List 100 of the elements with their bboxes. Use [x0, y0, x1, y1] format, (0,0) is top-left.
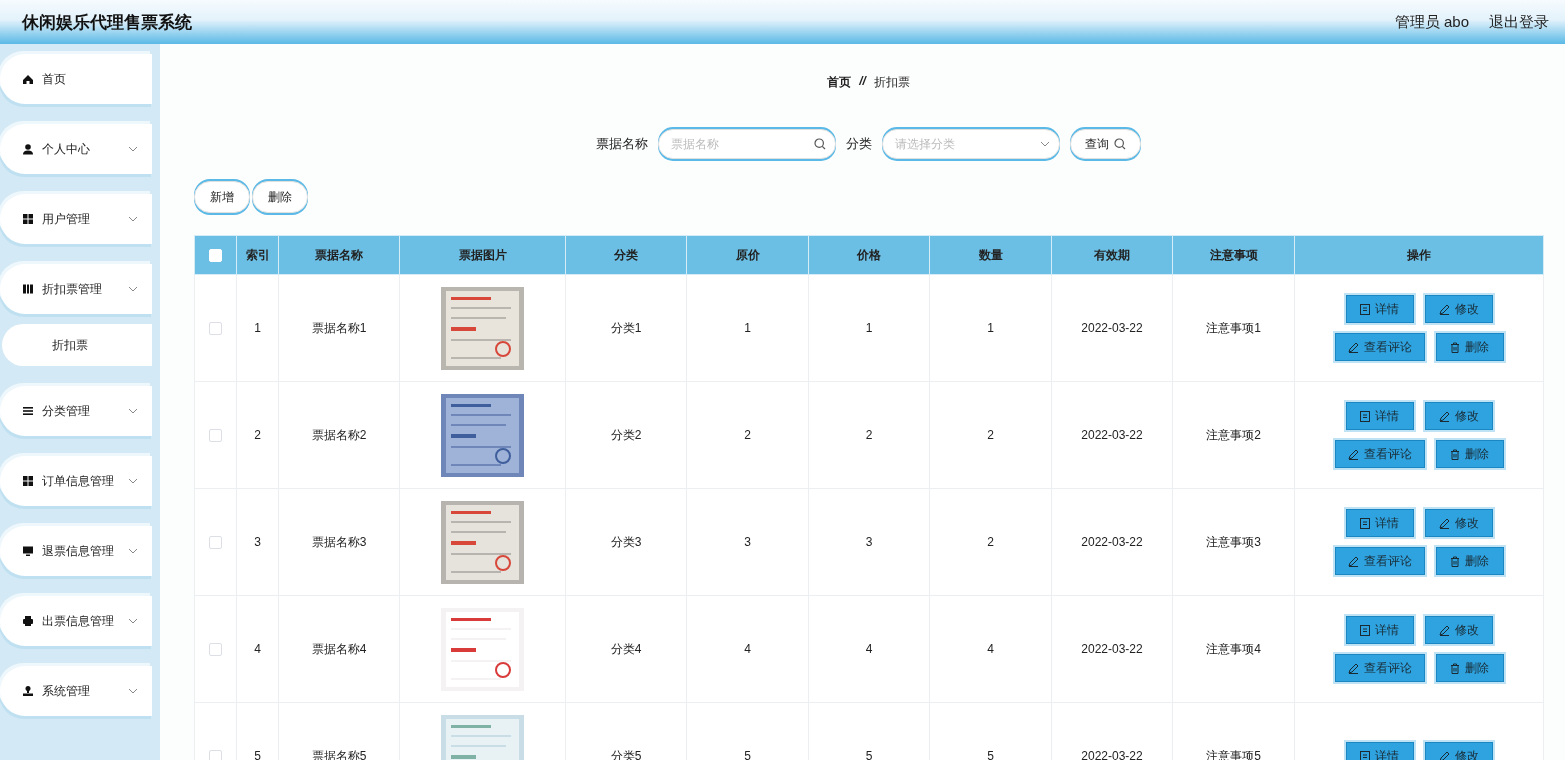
- add-button[interactable]: 新增: [194, 181, 250, 213]
- chevron-down-icon: [128, 548, 138, 554]
- table-cell: 3: [254, 535, 261, 549]
- sidebar-item[interactable]: 订单信息管理: [0, 456, 152, 506]
- detail-button[interactable]: 详情: [1345, 509, 1414, 537]
- column-header: 有效期: [1051, 235, 1173, 275]
- row-checkbox[interactable]: [209, 536, 222, 550]
- trash-icon: [1450, 555, 1460, 567]
- person-icon: [22, 143, 34, 155]
- table-cell: 2: [865, 428, 873, 442]
- table-cell: 注意事项3: [1206, 534, 1261, 549]
- logout-link[interactable]: 退出登录: [1489, 12, 1549, 32]
- table-cell: 1: [254, 321, 261, 335]
- delete-button[interactable]: 删除: [1435, 333, 1504, 361]
- pencil-icon: [1438, 303, 1450, 315]
- printer-icon: [22, 615, 34, 627]
- select-all-checkbox[interactable]: [209, 249, 222, 263]
- sidebar-item[interactable]: 退票信息管理: [0, 526, 152, 576]
- sidebar-item[interactable]: 系统管理: [0, 666, 152, 716]
- sidebar-item[interactable]: 用户管理: [0, 194, 152, 244]
- row-checkbox[interactable]: [209, 750, 222, 760]
- table-cell: 2: [744, 428, 751, 442]
- comments-button[interactable]: 查看评论: [1334, 654, 1425, 682]
- table-cell: 注意事项1: [1206, 320, 1261, 335]
- chevron-down-icon: [128, 146, 138, 152]
- sidebar-item[interactable]: 折扣票管理: [0, 264, 152, 314]
- table-cell: 5: [987, 749, 994, 760]
- stamp-icon: [22, 685, 34, 697]
- search-field[interactable]: 票据名称: [658, 129, 836, 159]
- table-cell: 3: [744, 535, 751, 549]
- column-header: 价格: [808, 235, 930, 275]
- table-cell: 注意事项4: [1206, 641, 1261, 656]
- pencil-icon: [1438, 517, 1450, 529]
- app-title: 休闲娱乐代理售票系统: [22, 11, 192, 34]
- table-cell: 2022-03-22: [1081, 535, 1143, 549]
- table-cell: 1: [987, 321, 994, 335]
- document-icon: [1360, 624, 1370, 636]
- trash-icon: [1450, 341, 1460, 353]
- table-cell: 3: [865, 535, 873, 549]
- edit-button[interactable]: 修改: [1424, 509, 1493, 537]
- detail-button[interactable]: 详情: [1345, 616, 1414, 644]
- comments-button[interactable]: 查看评论: [1334, 547, 1425, 575]
- list-icon: [22, 405, 34, 417]
- pencil-icon: [1347, 662, 1359, 674]
- edit-button[interactable]: 修改: [1424, 295, 1493, 323]
- edit-button[interactable]: 修改: [1424, 402, 1493, 430]
- column-header: 分类: [565, 235, 687, 275]
- column-header: 注意事项: [1172, 235, 1295, 275]
- comments-button[interactable]: 查看评论: [1334, 440, 1425, 468]
- sidebar-subitem[interactable]: 折扣票: [2, 324, 152, 366]
- pencil-icon: [1438, 624, 1450, 636]
- column-header: 数量: [929, 235, 1052, 275]
- delete-button[interactable]: 删除: [1435, 440, 1504, 468]
- table-cell: 票据名称3: [311, 534, 367, 549]
- detail-button[interactable]: 详情: [1345, 402, 1414, 430]
- sidebar-item[interactable]: 个人中心: [0, 124, 152, 174]
- row-checkbox[interactable]: [209, 643, 222, 657]
- column-header: 票据图片: [399, 235, 566, 275]
- grid-icon: [22, 475, 34, 487]
- detail-button[interactable]: 详情: [1345, 295, 1414, 323]
- edit-button[interactable]: 修改: [1424, 616, 1493, 644]
- pencil-icon: [1438, 750, 1450, 760]
- sidebar-item[interactable]: 分类管理: [0, 386, 152, 436]
- query-button[interactable]: 查询: [1070, 129, 1141, 159]
- column-header: 原价: [686, 235, 809, 275]
- document-icon: [1360, 410, 1370, 422]
- table-cell: 2022-03-22: [1081, 642, 1143, 656]
- sidebar-item[interactable]: 首页: [0, 54, 152, 104]
- chevron-down-icon: [128, 688, 138, 694]
- column-header: 操作: [1294, 235, 1544, 275]
- table-cell: 分类4: [610, 641, 642, 656]
- breadcrumb-link[interactable]: 首页: [827, 74, 852, 88]
- document-icon: [1360, 303, 1370, 315]
- table-cell: 5: [865, 749, 873, 760]
- comments-button[interactable]: 查看评论: [1334, 333, 1425, 361]
- table-cell: 5: [744, 749, 751, 760]
- trash-icon: [1450, 448, 1460, 460]
- sidebar-item[interactable]: 出票信息管理: [0, 596, 152, 646]
- chevron-down-icon: [128, 216, 138, 222]
- home-icon: [22, 73, 34, 85]
- delete-button[interactable]: 删除: [1435, 547, 1504, 575]
- delete-button[interactable]: 删除: [252, 181, 308, 213]
- table-cell: 分类3: [610, 534, 642, 549]
- category-select[interactable]: 请选择分类: [882, 129, 1060, 159]
- table-cell: 2022-03-22: [1081, 749, 1143, 760]
- chevron-down-icon: [128, 408, 138, 414]
- delete-button[interactable]: 删除: [1435, 654, 1504, 682]
- trash-icon: [1450, 662, 1460, 674]
- table-cell: 1: [744, 321, 751, 335]
- column-header: 票据名称: [278, 235, 400, 275]
- table-cell: 2: [987, 428, 994, 442]
- field-label: 分类: [846, 135, 872, 153]
- table-cell: 票据名称2: [311, 427, 367, 442]
- row-checkbox[interactable]: [209, 429, 222, 443]
- table-cell: 2: [254, 428, 261, 442]
- row-checkbox[interactable]: [209, 322, 222, 336]
- table-cell: 注意事项2: [1206, 427, 1261, 442]
- column-header: 索引: [236, 235, 279, 275]
- chevron-down-icon: [128, 618, 138, 624]
- table-cell: 4: [254, 642, 261, 656]
